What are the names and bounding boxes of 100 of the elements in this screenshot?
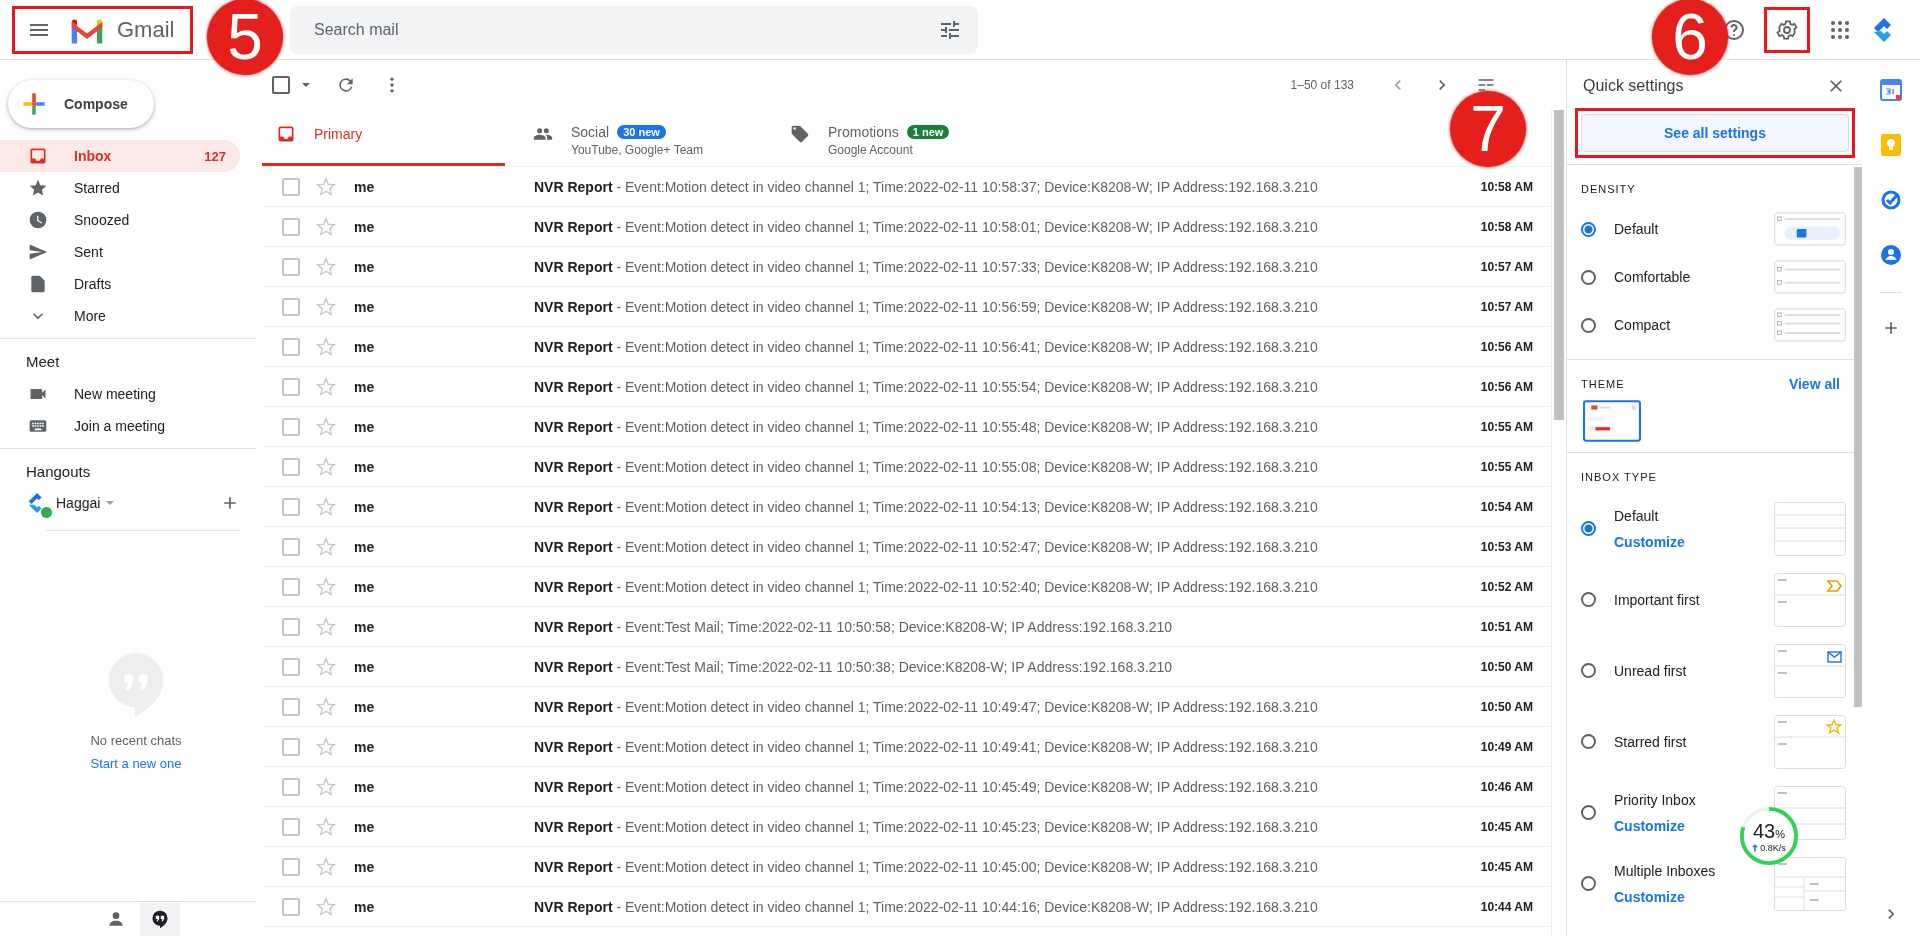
radio-button[interactable]: [1581, 269, 1596, 285]
radio-button[interactable]: [1581, 876, 1596, 891]
scrollbar-thumb[interactable]: [1854, 167, 1862, 707]
star-icon[interactable]: [316, 776, 336, 797]
row-checkbox[interactable]: [282, 297, 300, 316]
hangouts-tab[interactable]: [140, 902, 180, 936]
email-row[interactable]: me NVR Report - Event:Motion detect in video channel 1; Time:2022-02-11 10:57:33; Device:K8208-W; IP Address:192.168.3.210 10:57 AM: [262, 247, 1551, 287]
radio-button[interactable]: [1581, 221, 1596, 237]
customize-link[interactable]: Customize: [1614, 888, 1685, 905]
user-name[interactable]: Haggai: [56, 495, 101, 511]
star-icon[interactable]: [316, 896, 336, 917]
row-checkbox[interactable]: [282, 377, 300, 396]
email-row[interactable]: me NVR Report - Event:Motion detect in video channel 1; Time:2022-02-11 10:52:40; Device:K8208-W; IP Address:192.168.3.210 10:52 AM: [262, 567, 1551, 607]
folder-item[interactable]: Drafts: [0, 268, 240, 300]
select-all-checkbox[interactable]: [272, 76, 290, 94]
task-check-icon[interactable]: [1879, 188, 1903, 212]
email-row[interactable]: me NVR Report - Event:Motion detect in video channel 1; Time:2022-02-11 10:44:16; Device:K8208-W; IP Address:192.168.3.210 10:44 AM: [262, 887, 1551, 927]
email-row[interactable]: me NVR Report - Event:Motion detect in video channel 1; Time:2022-02-11 10:55:48; Device:K8208-W; IP Address:192.168.3.210 10:55 AM: [262, 407, 1551, 447]
category-tab[interactable]: Social 30 new YouTube, Google+ Team: [519, 110, 762, 166]
view-all-link[interactable]: View all: [1788, 376, 1840, 392]
customize-link[interactable]: Customize: [1614, 817, 1685, 834]
row-checkbox[interactable]: [282, 497, 300, 516]
caret-icon[interactable]: [302, 83, 310, 87]
calendar-icon[interactable]: [1879, 78, 1903, 102]
email-row[interactable]: me NVR Report - Event:Motion detect in video channel 1; Time:2022-02-11 10:55:54; Device:K8208-W; IP Address:192.168.3.210 10:56 AM: [262, 367, 1551, 407]
compose-button[interactable]: Compose: [8, 80, 154, 128]
star-icon[interactable]: [316, 416, 336, 437]
star-icon[interactable]: [316, 296, 336, 317]
refresh-icon[interactable]: [336, 75, 356, 95]
star-icon[interactable]: [316, 536, 336, 557]
email-row[interactable]: me NVR Report - Event:Motion detect in video channel 1; Time:2022-02-11 10:55:08; Device:K8208-W; IP Address:192.168.3.210 10:55 AM: [262, 447, 1551, 487]
star-icon[interactable]: [316, 576, 336, 597]
row-checkbox[interactable]: [282, 737, 300, 756]
row-checkbox[interactable]: [282, 257, 300, 276]
row-checkbox[interactable]: [282, 777, 300, 796]
row-checkbox[interactable]: [282, 817, 300, 836]
category-tab[interactable]: Primary: [262, 110, 505, 166]
row-checkbox[interactable]: [282, 617, 300, 636]
person-icon[interactable]: [106, 909, 126, 929]
meet-item[interactable]: New meeting: [0, 378, 240, 410]
email-row[interactable]: me NVR Report - Event:Motion detect in video channel 1; Time:2022-02-11 10:58:37; Device:K8208-W; IP Address:192.168.3.210 10:58 AM: [262, 167, 1551, 207]
radio-button[interactable]: [1581, 317, 1596, 333]
star-icon[interactable]: [316, 736, 336, 757]
folder-item[interactable]: More: [0, 300, 240, 332]
theme-thumbnail-icon[interactable]: [1583, 400, 1641, 442]
star-icon[interactable]: [316, 376, 336, 397]
lightbulb-note-icon[interactable]: [1879, 133, 1903, 157]
email-row[interactable]: me NVR Report - Event:Motion detect in video channel 1; Time:2022-02-11 10:56:59; Device:K8208-W; IP Address:192.168.3.210 10:57 AM: [262, 287, 1551, 327]
radio-button[interactable]: [1581, 805, 1596, 820]
row-checkbox[interactable]: [282, 857, 300, 876]
star-icon[interactable]: [316, 616, 336, 637]
email-row[interactable]: me NVR Report - Event:Test Mail; Time:2022-02-11 10:50:38; Device:K8208-W; IP Address:192.168.3.210 10:50 AM: [262, 647, 1551, 687]
row-checkbox[interactable]: [282, 337, 300, 356]
row-checkbox[interactable]: [282, 217, 300, 236]
meet-item[interactable]: Join a meeting: [0, 410, 240, 442]
email-row[interactable]: me NVR Report - Event:Motion detect in video channel 1; Time:2022-02-11 10:49:41; Device:K8208-W; IP Address:192.168.3.210 10:49 AM: [262, 727, 1551, 767]
radio-button[interactable]: [1581, 663, 1596, 678]
row-checkbox[interactable]: [282, 537, 300, 556]
folder-item[interactable]: Starred: [0, 172, 240, 204]
email-row[interactable]: me NVR Report - Event:Motion detect in video channel 1; Time:2022-02-11 10:45:00; Device:K8208-W; IP Address:192.168.3.210 10:45 AM: [262, 847, 1551, 887]
row-checkbox[interactable]: [282, 577, 300, 596]
email-row[interactable]: me NVR Report - Event:Test Mail; Time:2022-02-11 10:50:58; Device:K8208-W; IP Address:192.168.3.210 10:51 AM: [262, 607, 1551, 647]
row-checkbox[interactable]: [282, 897, 300, 916]
contacts-icon[interactable]: [1879, 243, 1903, 267]
radio-button[interactable]: [1581, 592, 1596, 607]
email-row[interactable]: me NVR Report - Event:Motion detect in video channel 1; Time:2022-02-11 10:49:47; Device:K8208-W; IP Address:192.168.3.210 10:50 AM: [262, 687, 1551, 727]
star-icon[interactable]: [316, 176, 336, 197]
row-checkbox[interactable]: [282, 417, 300, 436]
folder-item[interactable]: Inbox 127: [0, 140, 240, 172]
star-icon[interactable]: [316, 856, 336, 877]
category-tab[interactable]: Promotions 1 new Google Account: [776, 110, 1019, 166]
star-icon[interactable]: [316, 656, 336, 677]
email-row[interactable]: me NVR Report - Event:Motion detect in video channel 1; Time:2022-02-11 10:54:13; Device:K8208-W; IP Address:192.168.3.210 10:54 AM: [262, 487, 1551, 527]
row-checkbox[interactable]: [282, 697, 300, 716]
settings-icon[interactable]: [1775, 17, 1799, 42]
email-row[interactable]: me NVR Report - Event:Motion detect in video channel 1; Time:2022-02-11 10:45:23; Device:K8208-W; IP Address:192.168.3.210 10:45 AM: [262, 807, 1551, 847]
start-chat-link[interactable]: Start a new one: [90, 756, 182, 771]
star-icon[interactable]: [316, 216, 336, 237]
see-all-settings-button[interactable]: See all settings: [1581, 114, 1849, 152]
row-checkbox[interactable]: [282, 657, 300, 676]
row-checkbox[interactable]: [282, 457, 300, 476]
scrollbar-thumb[interactable]: [1554, 110, 1564, 420]
caret-icon[interactable]: [106, 501, 115, 505]
star-icon[interactable]: [316, 696, 336, 717]
email-row[interactable]: me NVR Report - Event:Motion detect in video channel 1; Time:2022-02-11 10:56:41; Device:K8208-W; IP Address:192.168.3.210 10:56 AM: [262, 327, 1551, 367]
folder-item[interactable]: Sent: [0, 236, 240, 268]
star-icon[interactable]: [316, 496, 336, 517]
row-checkbox[interactable]: [282, 177, 300, 196]
email-row[interactable]: me NVR Report - Event:Motion detect in video channel 1; Time:2022-02-11 10:52:47; Device:K8208-W; IP Address:192.168.3.210 10:53 AM: [262, 527, 1551, 567]
star-icon[interactable]: [316, 256, 336, 277]
radio-button[interactable]: [1581, 734, 1596, 749]
email-row[interactable]: me NVR Report - Event:Motion detect in video channel 1; Time:2022-02-11 10:58:01; Device:K8208-W; IP Address:192.168.3.210 10:58 AM: [262, 207, 1551, 247]
email-row[interactable]: me NVR Report - Event:Motion detect in video channel 1; Time:2022-02-11 10:45:49; Device:K8208-W; IP Address:192.168.3.210 10:46 AM: [262, 767, 1551, 807]
search-field[interactable]: Search mail: [290, 5, 978, 54]
customize-link[interactable]: Customize: [1614, 533, 1685, 550]
star-icon[interactable]: [316, 816, 336, 837]
radio-button[interactable]: [1581, 521, 1596, 536]
star-icon[interactable]: [316, 336, 336, 357]
folder-item[interactable]: Snoozed: [0, 204, 240, 236]
star-icon[interactable]: [316, 456, 336, 477]
